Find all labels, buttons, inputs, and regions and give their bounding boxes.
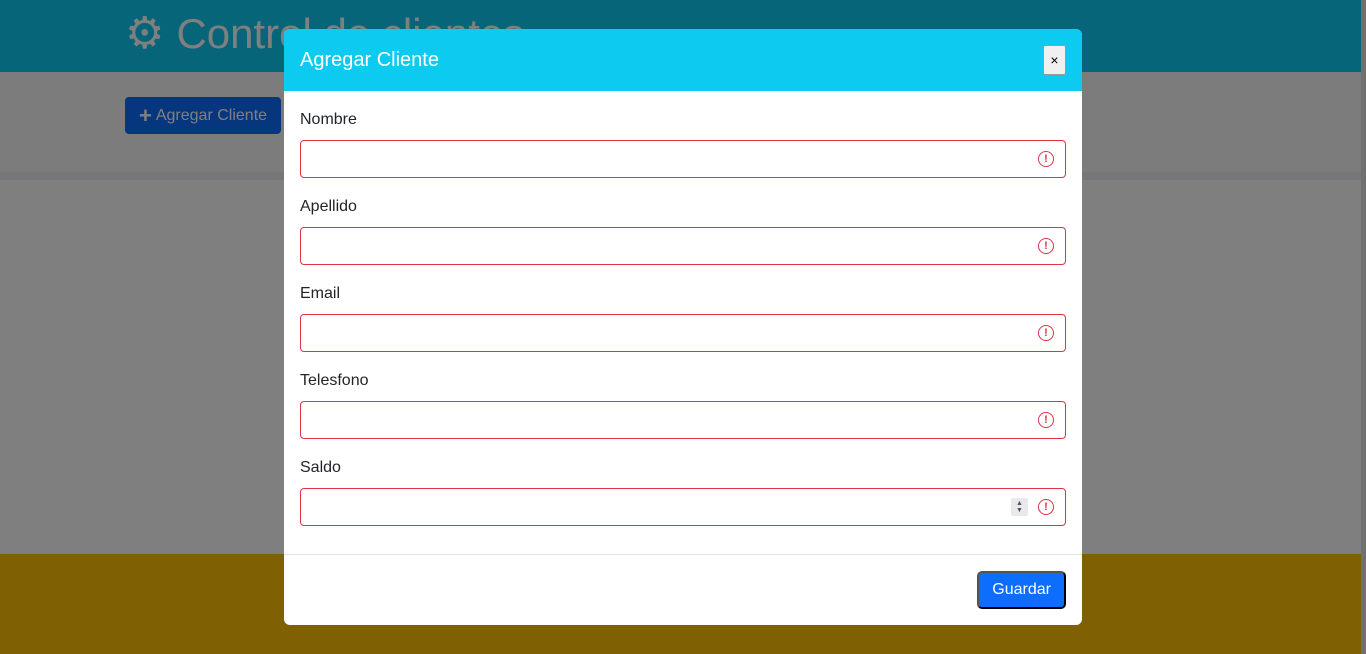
email-label: Email <box>300 285 341 302</box>
telefono-label: Telesfono <box>300 372 369 389</box>
exclamation-circle-icon: ! <box>1038 325 1054 341</box>
telefono-input-wrapper: ! <box>300 401 1066 439</box>
field-apellido: Apellido ! <box>300 198 1066 265</box>
exclamation-circle-icon: ! <box>1038 499 1054 515</box>
spinner-down-icon[interactable]: ▼ <box>1016 507 1023 514</box>
saldo-input[interactable] <box>301 489 1065 525</box>
nombre-input[interactable] <box>301 141 1065 177</box>
exclamation-circle-icon: ! <box>1038 238 1054 254</box>
save-button[interactable]: Guardar <box>977 571 1066 609</box>
modal-title: Agregar Cliente <box>300 48 439 71</box>
nombre-input-wrapper: ! <box>300 140 1066 178</box>
saldo-input-wrapper: ▲ ▼ ! <box>300 488 1066 526</box>
email-input[interactable] <box>301 315 1065 351</box>
field-nombre: Nombre ! <box>300 111 1066 178</box>
exclamation-circle-icon: ! <box>1038 151 1054 167</box>
telefono-input[interactable] <box>301 402 1065 438</box>
spinner-up-icon[interactable]: ▲ <box>1016 500 1023 507</box>
modal-header: Agregar Cliente × <box>284 29 1082 91</box>
apellido-input-wrapper: ! <box>300 227 1066 265</box>
field-email: Email ! <box>300 285 1066 352</box>
email-input-wrapper: ! <box>300 314 1066 352</box>
apellido-input[interactable] <box>301 228 1065 264</box>
modal-footer: Guardar <box>284 554 1082 625</box>
exclamation-circle-icon: ! <box>1038 412 1054 428</box>
nombre-label: Nombre <box>300 111 357 128</box>
add-client-modal: Agregar Cliente × Nombre ! Apellido ! Em… <box>284 29 1082 625</box>
apellido-label: Apellido <box>300 198 357 215</box>
number-spinner[interactable]: ▲ ▼ <box>1011 498 1028 516</box>
field-telefono: Telesfono ! <box>300 372 1066 439</box>
close-button[interactable]: × <box>1043 45 1066 75</box>
modal-body: Nombre ! Apellido ! Email ! Telesfono ! … <box>284 91 1082 526</box>
saldo-label: Saldo <box>300 459 341 476</box>
field-saldo: Saldo ▲ ▼ ! <box>300 459 1066 526</box>
